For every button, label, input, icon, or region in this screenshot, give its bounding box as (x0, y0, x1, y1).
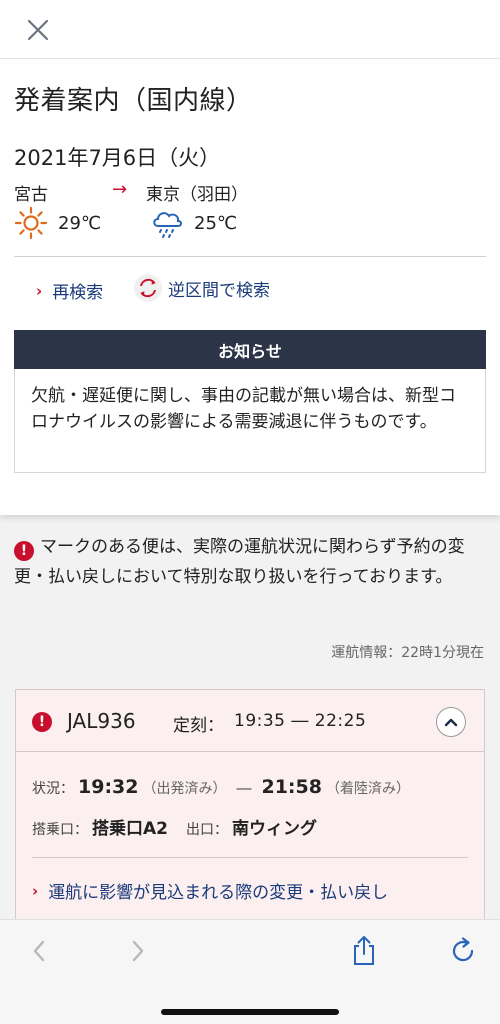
route-summary: 宮古 → 東京（羽田） 29℃ 25℃ (14, 179, 484, 244)
reverse-search-label: 逆区間で検索 (168, 280, 270, 301)
exclamation-icon: ! (32, 712, 52, 732)
departure-status: （出発済み） (142, 781, 227, 797)
arrival-status: （着陸済み） (325, 781, 410, 797)
close-button[interactable] (22, 14, 54, 46)
chevron-right-icon: › (36, 281, 43, 300)
reload-icon (452, 937, 474, 962)
exclamation-icon: ! (14, 541, 34, 561)
reload-button[interactable] (446, 934, 480, 968)
top-sheet: 発着案内（国内線） 2021年7月6日（火） 宮古 → 東京（羽田） 29℃ 2… (0, 0, 500, 515)
notice-body: 欠航・遅延便に関し、事由の記載が無い場合は、新型コロナウイルスの影響による需要減… (14, 369, 486, 473)
special-handling-note: ! マークのある便は、実際の運航状況に関わらず予約の変更・払い戻しにおいて特別な取… (14, 532, 486, 592)
actual-arrival-time: 21:58 (261, 776, 322, 798)
flight-status-row: 状況： 19:32 （出発済み） ― 21:58 （着陸済み） (32, 776, 410, 798)
browser-toolbar (0, 919, 500, 1024)
change-refund-label: 運航に影響が見込まれる際の変更・払い戻し (48, 883, 389, 903)
actual-departure-time: 19:32 (78, 776, 139, 798)
reverse-cycle-icon (134, 274, 162, 302)
home-indicator (161, 1009, 339, 1015)
status-separator: ― (236, 779, 252, 797)
flight-card-header[interactable]: ! JAL936 定刻： 19:35 ― 22:25 (16, 690, 484, 752)
scheduled-time: 19:35 ― 22:25 (234, 711, 367, 731)
exit-label: 出口： (186, 822, 228, 838)
origin-temperature: 29℃ (58, 212, 102, 234)
flight-number: JAL936 (67, 709, 136, 733)
card-divider (32, 857, 468, 858)
change-refund-link[interactable]: › 運航に影響が見込まれる際の変更・払い戻し (32, 878, 389, 904)
gate-row: 搭乗口： 搭乗口A2 出口： 南ウィング (32, 814, 317, 839)
share-icon (354, 936, 374, 965)
status-label: 状況： (32, 781, 74, 797)
chevron-right-icon: › (32, 881, 39, 900)
gate-label: 搭乗口： (32, 822, 88, 838)
flight-card: ! JAL936 定刻： 19:35 ― 22:25 状況： 19:32 （出発… (15, 689, 485, 929)
rain-cloud-icon (153, 212, 182, 238)
research-link-label: 再検索 (52, 283, 104, 303)
destination-temperature: 25℃ (194, 212, 238, 234)
forward-button[interactable] (121, 934, 155, 968)
destination-weather: 25℃ (150, 206, 237, 240)
collapse-button[interactable] (436, 707, 466, 737)
special-handling-text: マークのある便は、実際の運航状況に関わらず予約の変更・払い戻しにおいて特別な取り… (14, 537, 465, 587)
research-link[interactable]: › 再検索 (36, 278, 104, 304)
destination-city: 東京（羽田） (146, 185, 248, 205)
scheduled-label: 定刻： (173, 716, 224, 736)
share-button[interactable] (347, 934, 381, 968)
chevron-up-icon (444, 718, 458, 727)
close-icon (27, 19, 49, 41)
section-divider (14, 256, 486, 257)
chevron-right-icon (132, 940, 144, 962)
chevron-left-icon (33, 940, 45, 962)
page-title: 発着案内（国内線） (14, 86, 253, 116)
reverse-search-link[interactable]: 逆区間で検索 (134, 274, 270, 302)
flight-date: 2021年7月6日（火） (14, 146, 221, 170)
origin-weather: 29℃ (14, 206, 101, 240)
header-divider (0, 58, 500, 59)
sun-icon (14, 206, 48, 240)
back-button[interactable] (22, 934, 56, 968)
gate-value: 搭乗口A2 (92, 819, 168, 839)
search-links: › 再検索 逆区間で検索 (14, 272, 486, 308)
origin-city: 宮古 (14, 185, 48, 205)
operation-info-timestamp: 運航情報：22時1分現在 (331, 645, 484, 661)
notice-heading: お知らせ (14, 330, 486, 369)
route-arrow-icon: → (112, 179, 128, 200)
exit-value: 南ウィング (232, 819, 317, 839)
